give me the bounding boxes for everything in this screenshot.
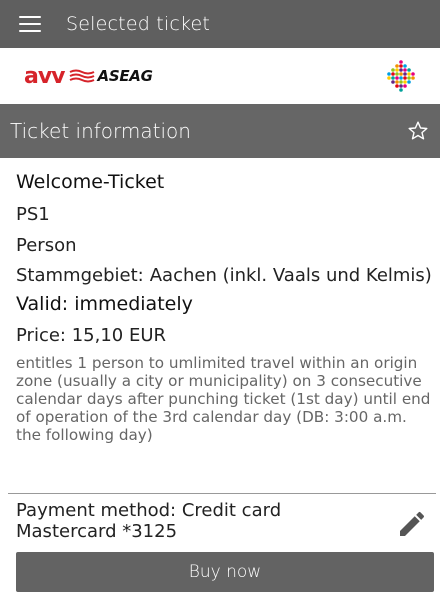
ticket-type: Person bbox=[16, 235, 77, 256]
ticket-zone: Stammgebiet: Aachen (inkl. Vaals und Kel… bbox=[16, 264, 432, 287]
ticket-details: Welcome-Ticket PS1 Person Stammgebiet: A… bbox=[16, 168, 432, 444]
ticket-info-header: Ticket information bbox=[0, 104, 440, 158]
zone-value: Aachen (inkl. Vaals und Kelmis) bbox=[149, 265, 432, 286]
brand-logos: avv ASEAG bbox=[0, 48, 440, 104]
waves-icon bbox=[69, 69, 94, 83]
zone-label: Stammgebiet: bbox=[16, 265, 144, 286]
section-title: Ticket information bbox=[10, 119, 191, 143]
pencil-icon[interactable] bbox=[396, 508, 428, 540]
ticket-validity: Valid: immediately bbox=[16, 293, 193, 315]
page-title: Selected ticket bbox=[66, 13, 211, 35]
hamburger-menu-icon[interactable] bbox=[6, 0, 54, 48]
ticket-class: PS1 bbox=[16, 204, 50, 225]
payment-method-label: Payment method: Credit card bbox=[16, 500, 282, 521]
star-outline-icon[interactable] bbox=[406, 119, 430, 143]
ticket-price: Price: 15,10 EUR bbox=[16, 325, 167, 346]
dot-grid-logo-icon bbox=[387, 60, 415, 92]
operator-logo: avv ASEAG bbox=[24, 64, 153, 89]
divider bbox=[8, 493, 436, 494]
payment-card: Mastercard *3125 bbox=[16, 521, 178, 542]
buy-now-button[interactable]: Buy now bbox=[16, 552, 434, 592]
ticket-description: entitles 1 person to umlimited travel wi… bbox=[16, 354, 431, 444]
aseag-logo-text: ASEAG bbox=[97, 67, 153, 85]
avv-logo-text: avv bbox=[24, 63, 66, 89]
payment-method: Payment method: Credit card Mastercard *… bbox=[16, 500, 436, 546]
app-bar: Selected ticket bbox=[0, 0, 440, 48]
ticket-name: Welcome-Ticket bbox=[16, 171, 165, 193]
